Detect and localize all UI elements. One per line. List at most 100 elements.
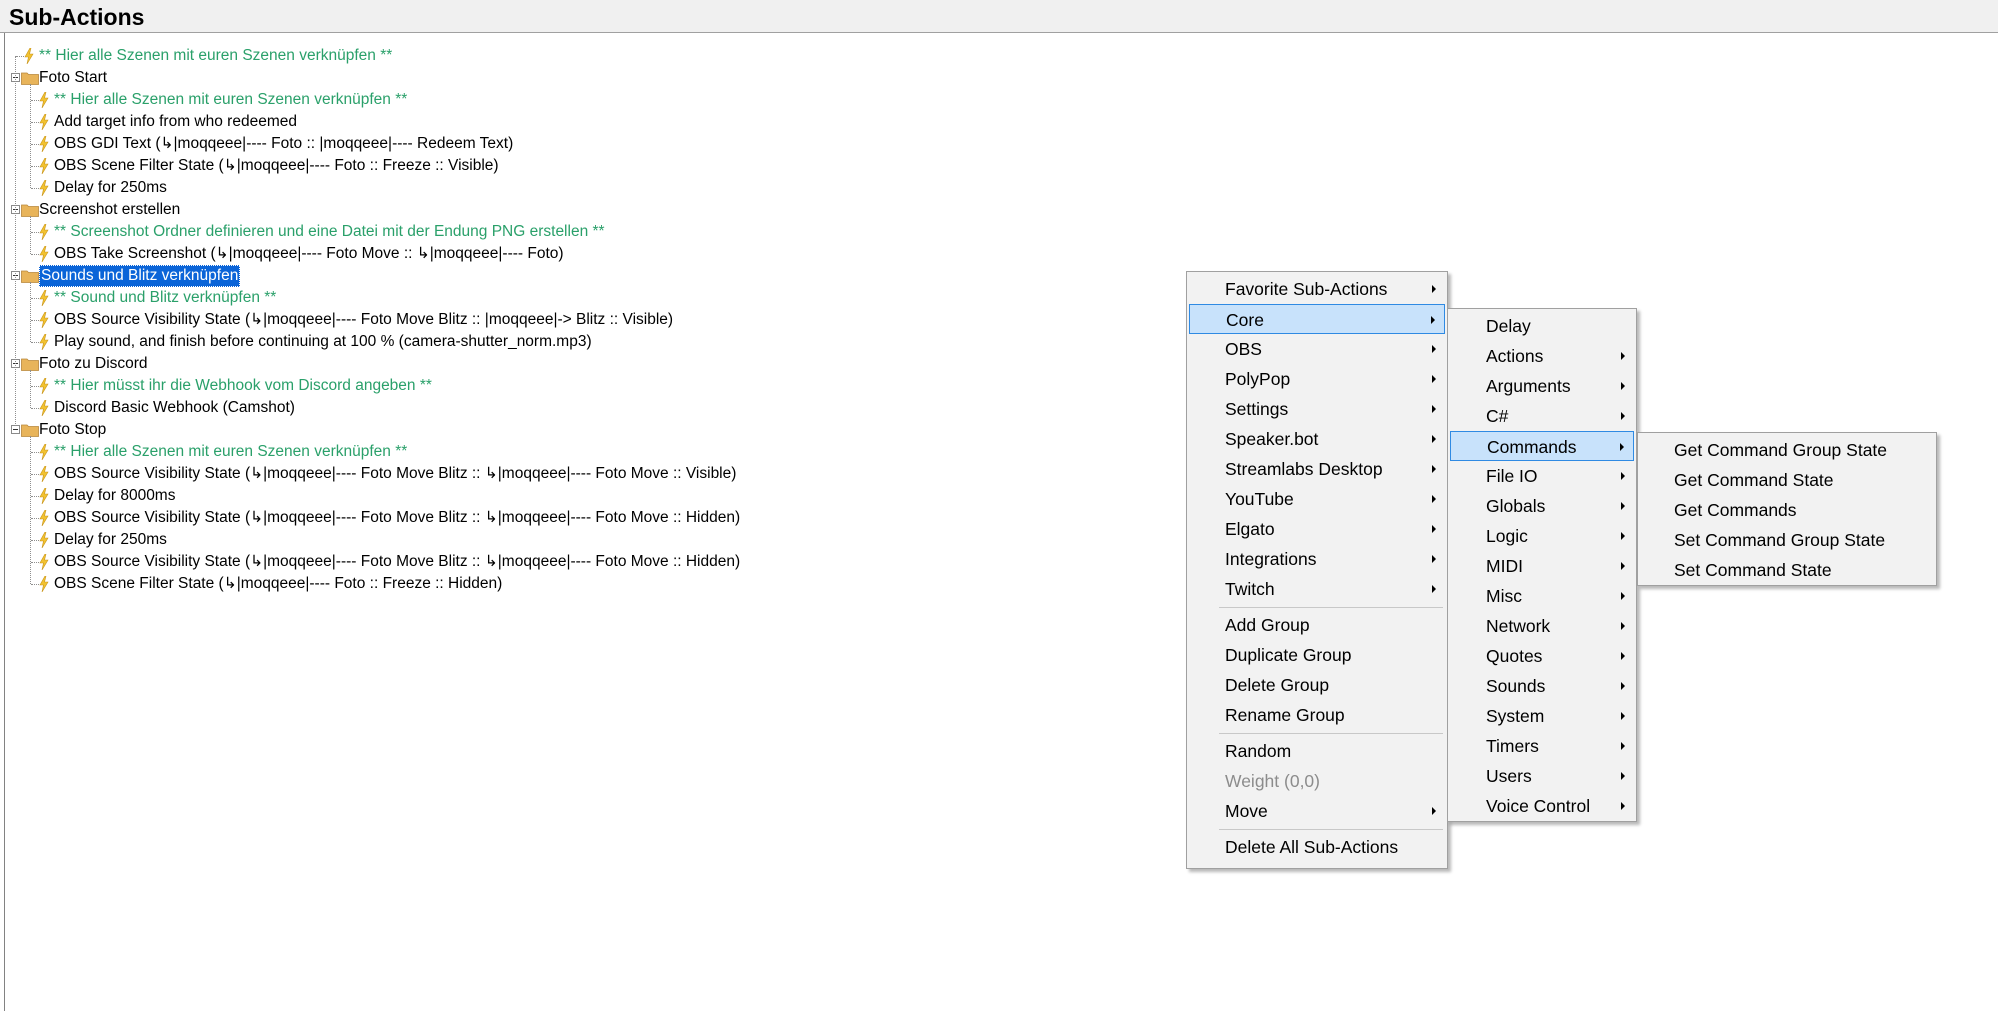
menu-item-get-commands[interactable]: Get Commands [1640, 495, 1934, 525]
menu-item-set-command-state[interactable]: Set Command State [1640, 555, 1934, 585]
tree-connector [31, 518, 39, 519]
page-title: Sub-Actions [9, 4, 145, 30]
folder-icon [21, 72, 39, 85]
menu-item-label: Misc [1486, 586, 1522, 606]
menu-item-voice-control[interactable]: Voice Control [1450, 791, 1634, 821]
submenu-arrow-icon [1432, 345, 1436, 353]
sub-action-label: Delay for 250ms [54, 179, 167, 196]
lightning-icon [39, 554, 49, 570]
menu-item-midi[interactable]: MIDI [1450, 551, 1634, 581]
menu-item-label: Delay [1486, 316, 1531, 336]
tree-connector [31, 474, 39, 475]
submenu-arrow-icon [1621, 712, 1625, 720]
menu-item-streamlabs-desktop[interactable]: Streamlabs Desktop [1189, 454, 1445, 484]
menu-item-network[interactable]: Network [1450, 611, 1634, 641]
commands-submenu[interactable]: Get Command Group State Get Command State… [1637, 432, 1937, 586]
tree-group-line [30, 282, 31, 342]
submenu-arrow-icon [1621, 352, 1625, 360]
lightning-icon [39, 114, 49, 130]
lightning-icon [39, 158, 49, 174]
menu-item-add-group[interactable]: Add Group [1189, 610, 1445, 640]
tree-connector [31, 540, 39, 541]
menu-item-label: System [1486, 706, 1545, 726]
menu-item-label: Actions [1486, 346, 1544, 366]
comment-label: ** Screenshot Ordner definieren und eine… [54, 223, 605, 240]
submenu-arrow-icon [1621, 622, 1625, 630]
menu-item-obs[interactable]: OBS [1189, 334, 1445, 364]
menu-item-move[interactable]: Move [1189, 796, 1445, 826]
submenu-arrow-icon [1621, 682, 1625, 690]
menu-item-delete-all-sub-actions[interactable]: Delete All Sub-Actions [1189, 832, 1445, 862]
submenu-arrow-icon [1432, 525, 1436, 533]
folder-icon [21, 424, 39, 437]
folder-icon [21, 204, 39, 217]
menu-item-label: Delete All Sub-Actions [1225, 837, 1399, 857]
submenu-arrow-icon [1621, 382, 1625, 390]
comment-label: ** Hier alle Szenen mit euren Szenen ver… [39, 47, 393, 64]
menu-item-speaker-bot[interactable]: Speaker.bot [1189, 424, 1445, 454]
menu-item-misc[interactable]: Misc [1450, 581, 1634, 611]
tree-group-line [30, 216, 31, 254]
sub-action-label: OBS Source Visibility State (↳|moqqeee|-… [54, 509, 741, 526]
submenu-arrow-icon [1621, 742, 1625, 750]
menu-item-weight-0-0: Weight (0,0) [1189, 766, 1445, 796]
menu-item-label: Core [1226, 310, 1264, 330]
core-submenu[interactable]: Delay Actions Arguments C# Commands File IO Gl… [1447, 308, 1637, 822]
menu-item-label: MIDI [1486, 556, 1523, 576]
menu-item-get-command-group-state[interactable]: Get Command Group State [1640, 435, 1934, 465]
tree-connector [31, 100, 39, 101]
menu-item-polypop[interactable]: PolyPop [1189, 364, 1445, 394]
menu-item-label: OBS [1225, 339, 1262, 359]
menu-item-label: Add Group [1225, 615, 1310, 635]
lightning-icon [39, 92, 49, 108]
lightning-icon [39, 510, 49, 526]
tree-connector [31, 298, 39, 299]
menu-item-favorite-sub-actions[interactable]: Favorite Sub-Actions [1189, 274, 1445, 304]
menu-item-label: Streamlabs Desktop [1225, 459, 1383, 479]
comment-label: ** Sound und Blitz verknüpfen ** [54, 289, 277, 306]
menu-item-rename-group[interactable]: Rename Group [1189, 700, 1445, 730]
menu-item-sounds[interactable]: Sounds [1450, 671, 1634, 701]
menu-item-label: Set Command Group State [1674, 530, 1886, 550]
menu-item-duplicate-group[interactable]: Duplicate Group [1189, 640, 1445, 670]
tree-root-line [15, 56, 16, 426]
menu-item-random[interactable]: Random [1189, 736, 1445, 766]
menu-item-delay[interactable]: Delay [1450, 311, 1634, 341]
menu-item-core[interactable]: Core [1189, 304, 1445, 334]
menu-item-elgato[interactable]: Elgato [1189, 514, 1445, 544]
menu-item-commands[interactable]: Commands [1450, 431, 1634, 461]
menu-item-quotes[interactable]: Quotes [1450, 641, 1634, 671]
submenu-arrow-icon [1432, 435, 1436, 443]
menu-item-globals[interactable]: Globals [1450, 491, 1634, 521]
lightning-icon [39, 444, 49, 460]
collapse-toggle-icon[interactable] [11, 425, 20, 434]
menu-item-label: File IO [1486, 466, 1538, 486]
menu-item-system[interactable]: System [1450, 701, 1634, 731]
menu-item-logic[interactable]: Logic [1450, 521, 1634, 551]
menu-item-integrations[interactable]: Integrations [1189, 544, 1445, 574]
tree-connector [31, 254, 39, 255]
menu-item-arguments[interactable]: Arguments [1450, 371, 1634, 401]
menu-item-label: YouTube [1225, 489, 1294, 509]
folder-icon [21, 358, 39, 371]
menu-item-actions[interactable]: Actions [1450, 341, 1634, 371]
menu-item-set-command-group-state[interactable]: Set Command Group State [1640, 525, 1934, 555]
menu-item-users[interactable]: Users [1450, 761, 1634, 791]
tree-connector [16, 56, 24, 57]
lightning-icon [39, 180, 49, 196]
context-menu[interactable]: Favorite Sub-Actions Core OBS PolyPop Settin… [1186, 271, 1448, 869]
group-label: Screenshot erstellen [39, 201, 181, 218]
menu-item-youtube[interactable]: YouTube [1189, 484, 1445, 514]
menu-item-settings[interactable]: Settings [1189, 394, 1445, 424]
menu-item-get-command-state[interactable]: Get Command State [1640, 465, 1934, 495]
menu-item-c[interactable]: C# [1450, 401, 1634, 431]
menu-item-delete-group[interactable]: Delete Group [1189, 670, 1445, 700]
sub-action-label: Delay for 250ms [54, 531, 167, 548]
menu-item-twitch[interactable]: Twitch [1189, 574, 1445, 604]
group-label: Sounds und Blitz verknüpfen [39, 265, 241, 287]
lightning-icon [39, 488, 49, 504]
lightning-icon [39, 312, 49, 328]
menu-item-timers[interactable]: Timers [1450, 731, 1634, 761]
menu-item-file-io[interactable]: File IO [1450, 461, 1634, 491]
folder-icon [21, 270, 39, 283]
